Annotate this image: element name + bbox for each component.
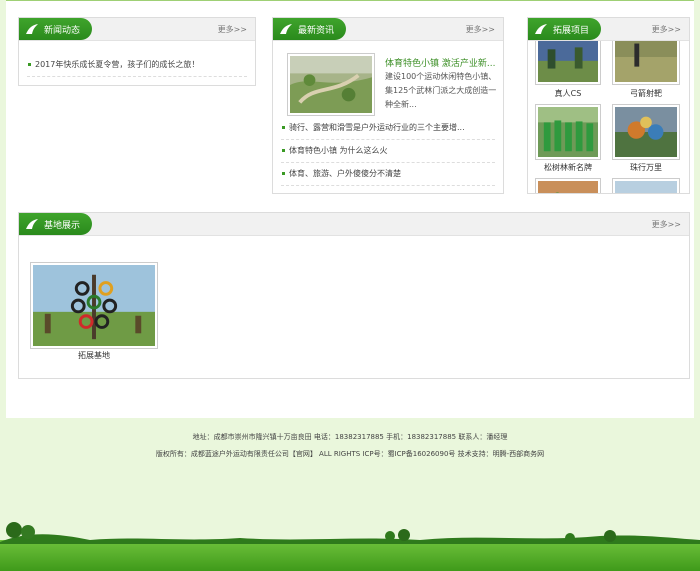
field-photo xyxy=(615,181,677,193)
summary-line: 集125个武林门派之大成创造一 xyxy=(385,86,497,95)
base-panel-title: 基地展示 xyxy=(44,220,81,231)
base-image[interactable] xyxy=(30,262,158,349)
news-panel-tab: 新闻动态 xyxy=(19,18,93,40)
expand-panel-tab: 拓展项目 xyxy=(528,18,602,40)
latest-list: 骑行、露营和滑雪是户外运动行业的三个主要增... 体育特色小镇 为什么这么火 体… xyxy=(281,117,495,186)
news-panel-header: 新闻动态 更多>> xyxy=(19,18,255,41)
climbing-wall-photo xyxy=(538,181,598,193)
project-image-field[interactable] xyxy=(612,178,680,193)
footer-contact: 地址：成都市崇州市隆兴镇十万亩良田 电话：18382317885 手机：1838… xyxy=(192,433,508,441)
grass-decoration xyxy=(0,522,700,571)
expand-panel-title: 拓展项目 xyxy=(553,25,590,36)
project-caption[interactable]: 珠行万里 xyxy=(612,162,680,173)
base-panel-header: 基地展示 更多>> xyxy=(19,213,689,236)
base-caption[interactable]: 拓展基地 xyxy=(30,350,158,361)
bird-logo-icon xyxy=(26,24,38,34)
bird-logo-icon xyxy=(26,219,38,229)
project-image-pine[interactable] xyxy=(535,104,601,160)
base-panel: 基地展示 更多>> 拓展基地 xyxy=(18,212,690,379)
page-content: 新闻动态 更多>> 2017年快乐成长夏令营，孩子们的成长之旅！ 最新资讯 更多… xyxy=(6,0,694,418)
archery-photo xyxy=(615,41,677,82)
news-panel: 新闻动态 更多>> 2017年快乐成长夏令营，孩子们的成长之旅！ xyxy=(18,17,256,86)
expand-panel: 拓展项目 更多>> 真人CS 弓箭射靶 松树林新名牌 珠行万里 xyxy=(527,17,690,194)
base-more-link[interactable]: 更多>> xyxy=(652,219,681,230)
team-photo xyxy=(538,107,598,157)
project-caption[interactable]: 弓箭射靶 xyxy=(612,88,680,99)
project-caption[interactable]: 真人CS xyxy=(535,88,601,99)
latest-panel-title: 最新资讯 xyxy=(298,25,335,36)
news-more-link[interactable]: 更多>> xyxy=(218,24,247,35)
latest-panel: 最新资讯 更多>> 体育特色小镇 激活产业新... 建设100个运动休闲特色小镇… xyxy=(272,17,504,194)
latest-item[interactable]: 骑行、露营和滑雪是户外运动行业的三个主要增... xyxy=(281,117,495,140)
expand-gallery: 真人CS 弓箭射靶 松树林新名牌 珠行万里 xyxy=(528,41,689,193)
bird-logo-icon xyxy=(280,24,292,34)
project-caption[interactable]: 松树林新名牌 xyxy=(535,162,601,173)
featured-news-summary: 建设100个运动休闲特色小镇、 集125个武林门派之大成创造一 种全新... xyxy=(385,70,496,112)
project-image-cs[interactable] xyxy=(535,41,601,85)
expand-panel-header: 拓展项目 更多>> xyxy=(528,18,689,41)
project-image-archery[interactable] xyxy=(612,41,680,85)
latest-panel-tab: 最新资讯 xyxy=(273,18,347,40)
news-item[interactable]: 2017年快乐成长夏令营，孩子们的成长之旅！ xyxy=(27,54,247,77)
summary-line: 建设100个运动休闲特色小镇、 xyxy=(385,72,497,81)
project-image-ball[interactable] xyxy=(612,104,680,160)
featured-news-headline[interactable]: 体育特色小镇 激活产业新... xyxy=(385,56,495,69)
summary-line: 种全新... xyxy=(385,100,417,109)
top-divider xyxy=(6,0,694,1)
latest-item[interactable]: 体育特色小镇 为什么这么火 xyxy=(281,140,495,163)
bird-logo-icon xyxy=(535,24,547,34)
park-aerial-photo xyxy=(290,56,372,113)
footer-copyright: 版权所有：成都蓝途户外运动有限责任公司【官网】 ALL RIGHTS ICP号：… xyxy=(155,450,545,458)
base-panel-tab: 基地展示 xyxy=(19,213,93,235)
team-ball-photo xyxy=(615,107,677,157)
cs-photo xyxy=(538,41,598,82)
latest-item[interactable]: 体育、旅游、户外傻傻分不清楚 xyxy=(281,163,495,186)
news-panel-title: 新闻动态 xyxy=(44,25,81,36)
latest-more-link[interactable]: 更多>> xyxy=(466,24,495,35)
featured-news-image[interactable] xyxy=(287,53,375,116)
expand-more-link[interactable]: 更多>> xyxy=(652,24,681,35)
tire-tower-photo xyxy=(33,265,155,346)
latest-panel-header: 最新资讯 更多>> xyxy=(273,18,503,41)
news-list: 2017年快乐成长夏令营，孩子们的成长之旅！ xyxy=(27,54,247,77)
project-image-climb[interactable] xyxy=(535,178,601,193)
